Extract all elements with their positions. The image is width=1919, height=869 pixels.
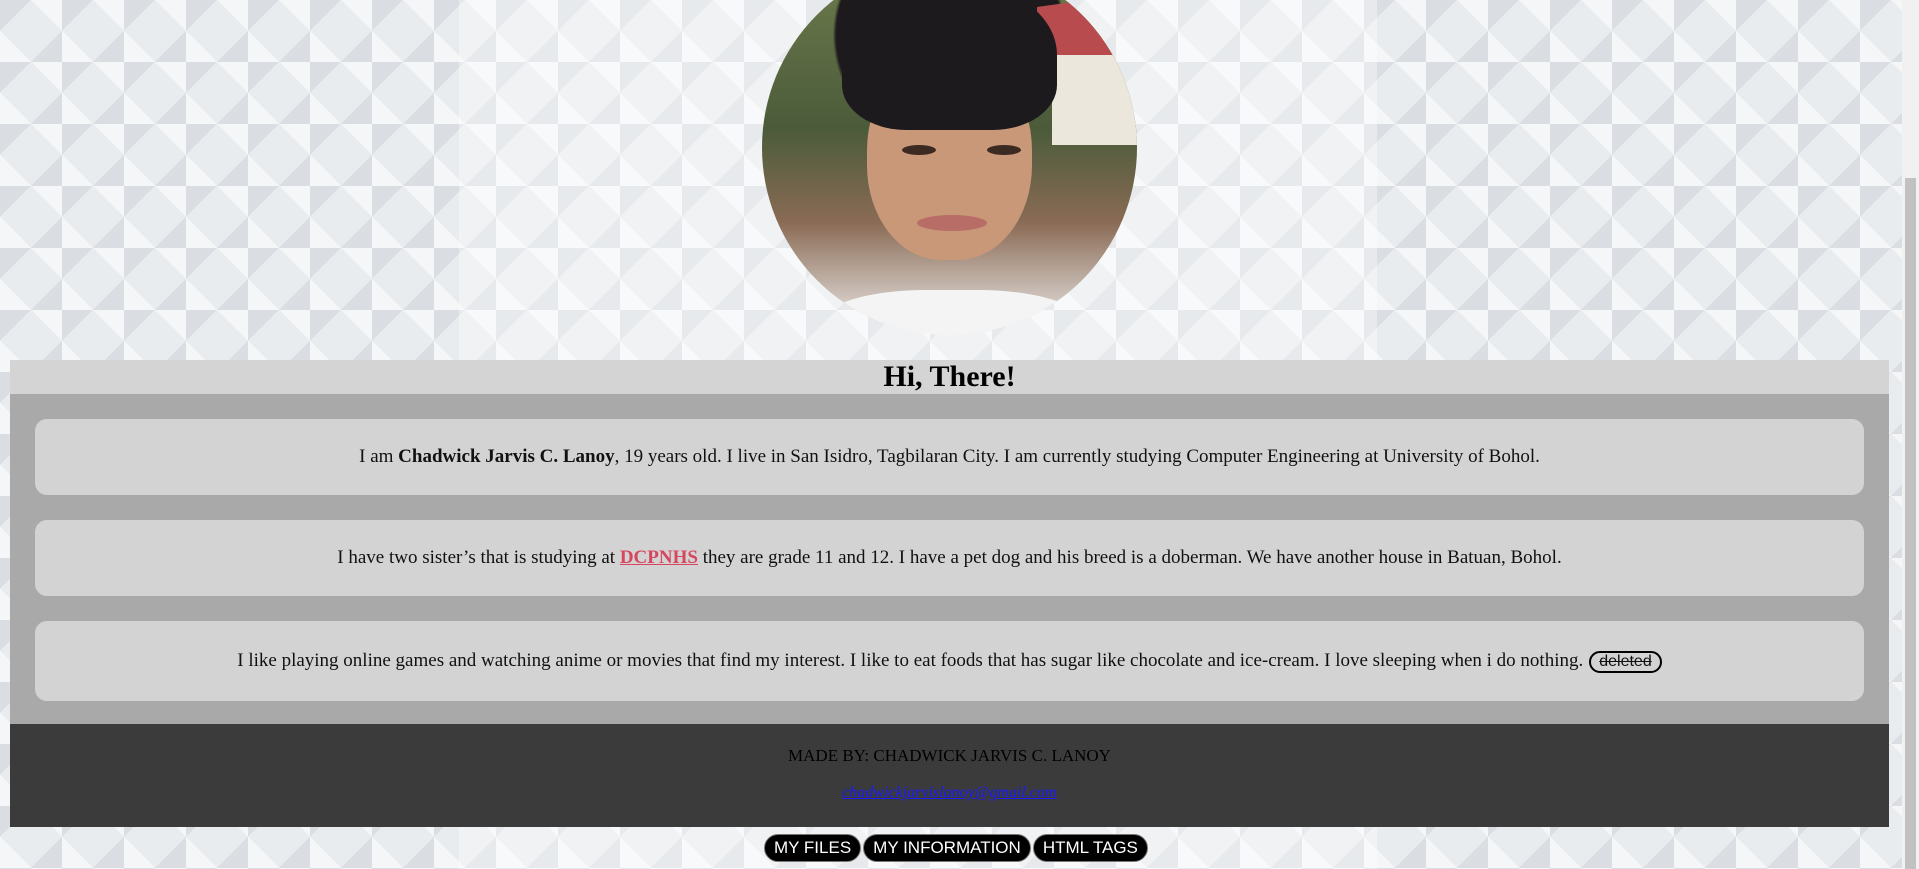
html-tags-button[interactable]: HTML TAGS <box>1032 834 1148 862</box>
photo-mouth <box>917 215 987 231</box>
my-information-button[interactable]: MY INFORMATION <box>863 834 1031 862</box>
p2-suffix: they are grade 11 and 12. I have a pet d… <box>697 547 1562 568</box>
email-link[interactable]: chadwickjarvislanoy@gmail.com <box>842 784 1056 802</box>
photo-wall <box>1052 55 1137 145</box>
page-title: Hi, There! <box>883 360 1016 393</box>
about-paragraph-2: I have two sister’s that is studying at … <box>35 520 1864 596</box>
about-paragraph-3: I like playing online games and watching… <box>35 621 1864 701</box>
p1-prefix: I am <box>359 446 399 467</box>
school-link[interactable]: DCPNHS <box>620 547 698 568</box>
photo-shirt <box>822 290 1082 335</box>
bottom-nav: MY FILES MY INFORMATION HTML TAGS <box>764 834 1148 862</box>
photo-eye-right <box>987 145 1021 155</box>
vertical-scrollbar[interactable] <box>1902 0 1919 869</box>
about-paragraph-1: I am Chadwick Jarvis C. Lanoy, 19 years … <box>35 419 1864 495</box>
card-header: Hi, There! <box>10 360 1889 394</box>
deleted-badge: deleted <box>1589 650 1662 673</box>
footer: MADE BY: CHADWICK JARVIS C. LANOY chadwi… <box>10 724 1889 827</box>
photo-hair <box>842 0 1057 130</box>
author-name: Chadwick Jarvis C. Lanoy <box>398 446 615 467</box>
p1-suffix: , 19 years old. I live in San Isidro, Ta… <box>614 446 1540 467</box>
p3-text: I like playing online games and watching… <box>237 649 1584 671</box>
card-body: I am Chadwick Jarvis C. Lanoy, 19 years … <box>10 394 1889 724</box>
p2-prefix: I have two sister’s that is studying at <box>337 547 620 568</box>
photo-eye-left <box>902 145 936 155</box>
my-files-button[interactable]: MY FILES <box>764 834 862 862</box>
made-by-text: MADE BY: CHADWICK JARVIS C. LANOY <box>788 746 1111 765</box>
info-card: Hi, There! I am Chadwick Jarvis C. Lanoy… <box>10 360 1889 827</box>
scrollbar-thumb[interactable] <box>1905 178 1916 869</box>
